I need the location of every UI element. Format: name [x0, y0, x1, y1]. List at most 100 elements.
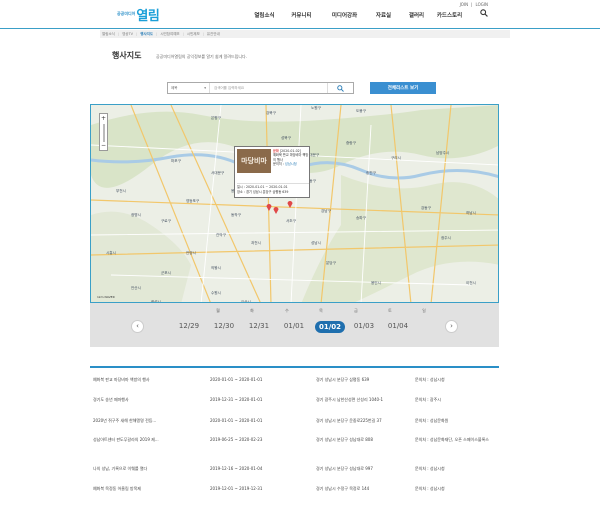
map-place-label: 구리시 — [391, 156, 401, 160]
all-events-button[interactable]: 전체리스트 보기 — [370, 82, 436, 94]
map-place-label: 송파구 — [356, 216, 366, 220]
event-title[interactable]: 2020년 쥐구주 새해 한해맹명 전등... — [93, 418, 156, 424]
event-period: 2019-12-01 ~ 2019-12-31 — [210, 486, 263, 491]
zoom-in-button[interactable]: + — [100, 114, 107, 123]
logo-main-text: 열림 — [136, 8, 160, 24]
weekday-label: 목 — [319, 308, 323, 313]
date-button[interactable]: 12/29 — [174, 322, 204, 330]
util-divider: | — [471, 2, 473, 7]
map-marker-icon[interactable] — [287, 200, 293, 208]
page-description: 공공미디어열림의 공익정보를 알기 쉽게 알려드립니다. — [156, 54, 247, 59]
map-place-label: 강남구 — [321, 209, 331, 213]
search-icon[interactable] — [480, 9, 488, 17]
prev-week-button[interactable]: ‹ — [131, 320, 144, 333]
weekday-label: 수 — [285, 308, 289, 313]
event-contact: 문의처 : 성남시청 — [415, 466, 445, 471]
map-place-label: 서초구 — [286, 219, 296, 223]
map-place-label: 노원구 — [311, 106, 321, 110]
breadcrumb-item-active[interactable]: 행사지도 — [140, 32, 153, 37]
map-place-label: 영등포구 — [186, 199, 200, 203]
nav-item-archive[interactable]: 자료실 — [367, 11, 400, 19]
nav-item-media-class[interactable]: 미디어강좌 — [322, 11, 367, 19]
event-contact: 문의처 : 성남시청 — [415, 377, 445, 382]
event-title[interactable]: 예화북 목정동 어울림 방목제 — [93, 486, 141, 492]
map-place-label: 용인시 — [371, 281, 381, 285]
search-icon — [337, 84, 344, 92]
event-period: 2019-06-25 ~ 2020-02-23 — [210, 437, 263, 442]
main-nav: 열림소식 커뮤니티 미디어강좌 자료실 갤러리 카드스토리 — [248, 11, 466, 19]
map-place-label: 중랑구 — [346, 141, 356, 145]
zoom-out-button[interactable]: − — [100, 141, 107, 150]
popup-place: 장소 : 경기 성남시 분당구 삼평동 639 — [237, 190, 289, 194]
date-button[interactable]: 01/04 — [383, 322, 413, 330]
map-place-label: 수원시 — [211, 291, 221, 295]
map-place-label: 성북구 — [281, 136, 291, 140]
map-place-label: 안산시 — [131, 286, 141, 290]
event-title[interactable]: 경기도 송년 페마행사 — [93, 397, 129, 403]
map-place-label: 의왕시 — [211, 266, 221, 270]
map-place-label: 남양주시 — [436, 151, 450, 155]
login-link[interactable]: LOGIN — [475, 2, 488, 7]
popup-details: 일시 : 2020-01-01 ~ 2020-01-01 장소 : 경기 성남시… — [237, 183, 309, 195]
event-title[interactable]: 성남아트센터 판도무갈라의 2019 제... — [93, 437, 159, 443]
event-place: 경기 광주시 남한산성면 산성리 1040-1 — [316, 397, 384, 402]
map-place-label: 관악구 — [216, 233, 226, 237]
event-place: 경기 성남시 분당구 삼평동 639 — [316, 377, 370, 382]
nav-item-community[interactable]: 커뮤니티 — [281, 11, 322, 19]
map-place-label: 광진구 — [366, 171, 376, 175]
event-period: 2020-01-01 ~ 2020-01-01 — [210, 418, 263, 423]
weekday-label: 일 — [422, 308, 426, 313]
date-button[interactable]: 12/31 — [244, 322, 274, 330]
map-zoom-control: + − — [99, 113, 108, 151]
search-bar: 제목 ▾ 검색어를 입력하세요 — [167, 82, 354, 94]
site-logo[interactable]: 공공미디어 열림 — [117, 6, 160, 24]
join-link[interactable]: JOIN — [460, 2, 469, 7]
date-button[interactable]: 01/03 — [349, 322, 379, 330]
event-period: 2019-12-31 ~ 2020-01-01 — [210, 397, 263, 402]
popup-title[interactable]: 예화북 판교 마당비마 책방의 행사 — [273, 153, 308, 161]
search-category-select[interactable]: 제목 ▾ — [168, 83, 210, 93]
breadcrumb-item[interactable]: 유관안내 — [207, 32, 220, 37]
map-place-label: 성남시 — [311, 241, 321, 245]
breadcrumb-item[interactable]: 열림소식 — [102, 32, 115, 37]
header-divider — [0, 28, 600, 29]
map-place-label: 광주시 — [441, 236, 451, 240]
event-contact: 문의처 : 성남문화재단, 오픈 스페이스블록스 — [415, 437, 489, 442]
weekday-label: 토 — [388, 308, 392, 313]
event-place: 경기 성남시 수정구 목정로 144 — [316, 486, 370, 491]
event-contact: 문의처 : 광주시 — [415, 397, 441, 402]
nav-item-cardstory[interactable]: 카드스토리 — [433, 11, 466, 19]
nav-item-news[interactable]: 열림소식 — [248, 11, 281, 19]
event-title[interactable]: 예화북 판교 마당비마 책방의 행사 — [93, 377, 150, 383]
event-period: 2020-01-01 ~ 2020-01-01 — [210, 377, 263, 382]
date-button-selected[interactable]: 01/02 — [315, 321, 345, 333]
map-marker-icon[interactable] — [266, 203, 272, 211]
weekday-label: 화 — [250, 308, 254, 313]
breadcrumb-item[interactable]: 시민제보 — [187, 32, 200, 37]
date-button[interactable]: 12/30 — [209, 322, 239, 330]
logo-small-text: 공공미디어 — [117, 11, 136, 16]
map-place-label: 도봉구 — [356, 109, 366, 113]
event-place: 경기 성남시 분당구 운중로225번길 37 — [316, 418, 382, 423]
search-input[interactable]: 검색어를 입력하세요 — [210, 86, 327, 91]
search-submit-button[interactable] — [327, 83, 353, 93]
breadcrumb-item[interactable]: 영상TV — [122, 32, 133, 37]
map-marker-icon[interactable] — [273, 206, 279, 214]
weekday-label: 금 — [354, 308, 358, 313]
map-place-label: 구로구 — [161, 219, 171, 223]
breadcrumb-item[interactable]: 시민참여예보 — [160, 32, 179, 37]
event-contact: 문의처 : 성남문화원 — [415, 418, 449, 423]
map-scale: 1km NAVER — [97, 295, 115, 299]
event-popup[interactable]: 마당비마 문화 [2020-01-02] 예화북 판교 마당비마 책방의 행사 … — [234, 146, 310, 198]
nav-item-gallery[interactable]: 갤러리 — [400, 11, 433, 19]
map-place-label: 강동구 — [421, 206, 431, 210]
zoom-slider[interactable] — [103, 124, 105, 142]
map-place-label: 하남시 — [466, 211, 476, 215]
map-place-label: 광명시 — [131, 213, 141, 217]
event-title[interactable]: 나의 성남, 기록으로 이웨를 열다 — [93, 466, 147, 472]
event-place: 경기 성남시 분당구 성남대로 808 — [316, 437, 373, 442]
event-map[interactable]: + − 은평구강북구노원구도봉구성북구중랑구구리시남양주시마포구종로구동대문구광… — [90, 104, 499, 303]
map-place-label: 시흥시 — [106, 251, 116, 255]
next-week-button[interactable]: › — [445, 320, 458, 333]
date-button[interactable]: 01/01 — [279, 322, 309, 330]
